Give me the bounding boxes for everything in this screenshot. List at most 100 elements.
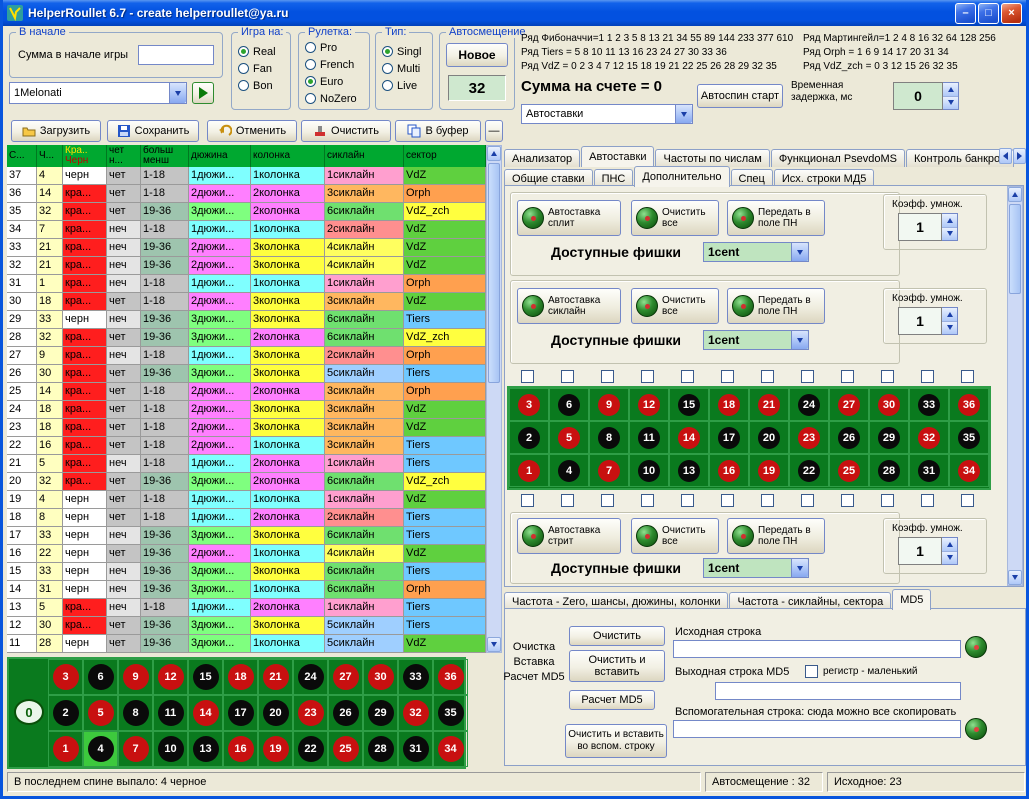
- minimize-button[interactable]: –: [955, 3, 976, 24]
- scrollbar-thumb[interactable]: [1009, 204, 1021, 294]
- board-cell-28[interactable]: 28: [869, 454, 909, 487]
- bet-checkbox[interactable]: [721, 494, 734, 507]
- board-cell-6[interactable]: 6: [549, 388, 589, 421]
- bet-checkbox[interactable]: [641, 494, 654, 507]
- radio-Real[interactable]: Real: [232, 43, 290, 60]
- spin-up-icon[interactable]: [942, 308, 957, 322]
- spin-up-icon[interactable]: [943, 83, 958, 97]
- history-row[interactable]: 135кра...неч1-181дюжи...2колонка1сиклайн…: [7, 599, 486, 617]
- board-cell-20[interactable]: 20: [749, 421, 789, 454]
- board-cell-10[interactable]: 10: [629, 454, 669, 487]
- scroll-up-icon[interactable]: [1008, 187, 1022, 202]
- history-row[interactable]: 279кра...неч1-181дюжи...3колонка2сиклайн…: [7, 347, 486, 365]
- transfer-button[interactable]: Передать в поле ПН: [727, 200, 825, 236]
- chevron-down-icon[interactable]: [675, 105, 692, 123]
- board-cell-25[interactable]: 25: [829, 454, 869, 487]
- bet-checkbox[interactable]: [561, 370, 574, 383]
- collapse-button[interactable]: —: [485, 120, 503, 142]
- md5-output-input[interactable]: [715, 682, 961, 700]
- md5-clear-button[interactable]: Очистить: [569, 626, 665, 646]
- md5-source-input[interactable]: [673, 640, 961, 658]
- history-row[interactable]: 1622чернчет19-362дюжи...1колонка4сиклайн…: [7, 545, 486, 563]
- history-row[interactable]: 2216кра...чет1-182дюжи...1колонка3сиклай…: [7, 437, 486, 455]
- board-cell-13[interactable]: 13: [669, 454, 709, 487]
- to-buffer-button[interactable]: В буфер: [395, 120, 481, 142]
- profile-combo[interactable]: 1Melonati: [9, 82, 187, 104]
- coef-spinbox[interactable]: 1: [898, 213, 958, 241]
- radio-Euro[interactable]: Euro: [299, 73, 369, 90]
- history-row[interactable]: 311кра...неч1-181дюжи...1колонка1сиклайн…: [7, 275, 486, 293]
- history-row[interactable]: 1431черннеч19-363дюжи...1колонка6сиклайн…: [7, 581, 486, 599]
- bet-checkbox[interactable]: [881, 494, 894, 507]
- tab-0[interactable]: Анализатор: [504, 149, 580, 167]
- close-button[interactable]: ×: [1001, 3, 1022, 24]
- board-cell-12[interactable]: 12: [629, 388, 669, 421]
- board-cell-9[interactable]: 9: [589, 388, 629, 421]
- board-cell-32[interactable]: 32: [909, 421, 949, 454]
- history-row[interactable]: 3321кра...неч19-362дюжи...3колонка4сикла…: [7, 239, 486, 257]
- tab-3[interactable]: Функционал PsevdoMS: [771, 149, 905, 167]
- history-row[interactable]: 1230кра...чет19-363дюжи...3колонка5сикла…: [7, 617, 486, 635]
- radio-Singl[interactable]: Singl: [376, 43, 432, 60]
- bet-checkbox[interactable]: [641, 370, 654, 383]
- radio-Live[interactable]: Live: [376, 77, 432, 94]
- board-cell-21[interactable]: 21: [749, 388, 789, 421]
- bet-checkbox[interactable]: [921, 494, 934, 507]
- maximize-button[interactable]: □: [978, 3, 999, 24]
- board-cell-5[interactable]: 5: [549, 421, 589, 454]
- start-sum-input[interactable]: [138, 45, 214, 65]
- clear-all-button[interactable]: Очистить все: [631, 200, 719, 236]
- board-cell-15[interactable]: 15: [669, 388, 709, 421]
- radio-Multi[interactable]: Multi: [376, 60, 432, 77]
- spin-down-icon[interactable]: [942, 228, 957, 241]
- history-row[interactable]: 215кра...неч1-181дюжи...2колонка1сиклайн…: [7, 455, 486, 473]
- board-cell-23[interactable]: 23: [789, 421, 829, 454]
- history-row[interactable]: 1733черннеч19-363дюжи...3колонка6сиклайн…: [7, 527, 486, 545]
- radio-Fan[interactable]: Fan: [232, 60, 290, 77]
- chevron-down-icon[interactable]: [791, 559, 808, 577]
- bet-checkbox[interactable]: [801, 494, 814, 507]
- bet-checkbox[interactable]: [961, 370, 974, 383]
- history-row[interactable]: 1533черннеч19-363дюжи...3колонка6сиклайн…: [7, 563, 486, 581]
- scroll-down-icon[interactable]: [1008, 570, 1022, 585]
- delay-spinbox[interactable]: 0: [893, 82, 959, 110]
- coef-spinbox[interactable]: 1: [898, 537, 958, 565]
- history-row[interactable]: 2630кра...чет19-363дюжи...3колонка5сикла…: [7, 365, 486, 383]
- board-cell-19[interactable]: 19: [749, 454, 789, 487]
- clear-button[interactable]: Очистить: [301, 120, 391, 142]
- history-row[interactable]: 1128чернчет19-363дюжи...1колонка5сиклайн…: [7, 635, 486, 653]
- board-cell-27[interactable]: 27: [829, 388, 869, 421]
- new-autoshift-button[interactable]: Новое: [446, 43, 508, 67]
- bet-checkbox[interactable]: [841, 494, 854, 507]
- spin-down-icon[interactable]: [942, 552, 957, 565]
- board-cell-16[interactable]: 16: [709, 454, 749, 487]
- history-row[interactable]: 2514кра...чет1-182дюжи...2колонка3сиклай…: [7, 383, 486, 401]
- md5-helper-input[interactable]: [673, 720, 961, 738]
- bet-checkbox[interactable]: [681, 370, 694, 383]
- board-cell-34[interactable]: 34: [949, 454, 989, 487]
- board-cell-22[interactable]: 22: [789, 454, 829, 487]
- autobet-split-button[interactable]: Автоставка сплит: [517, 200, 621, 236]
- bet-checkbox[interactable]: [681, 494, 694, 507]
- radio-Pro[interactable]: Pro: [299, 39, 369, 56]
- tab-2[interactable]: Частоты по числам: [655, 149, 769, 167]
- history-row[interactable]: 3018кра...чет1-182дюжи...3колонка3сиклай…: [7, 293, 486, 311]
- scrollbar-thumb[interactable]: [488, 163, 500, 383]
- bet-checkbox[interactable]: [561, 494, 574, 507]
- autospin-start-button[interactable]: Автоспин старт: [697, 84, 783, 108]
- load-button[interactable]: Загрузить: [11, 120, 101, 142]
- board-cell-17[interactable]: 17: [709, 421, 749, 454]
- board-cell-26[interactable]: 26: [829, 421, 869, 454]
- bet-checkbox[interactable]: [801, 370, 814, 383]
- board-cell-24[interactable]: 24: [789, 388, 829, 421]
- tab-2[interactable]: Дополнительно: [634, 166, 729, 187]
- spin-up-icon[interactable]: [942, 214, 957, 228]
- tab-1[interactable]: Автоставки: [581, 146, 654, 167]
- bet-checkbox[interactable]: [761, 370, 774, 383]
- bet-checkbox[interactable]: [521, 494, 534, 507]
- table-scrollbar[interactable]: [486, 145, 502, 653]
- clear-all-button[interactable]: Очистить все: [631, 288, 719, 324]
- history-row[interactable]: 2832кра...чет19-363дюжи...2колонка6сикла…: [7, 329, 486, 347]
- tabs-scroll-right-icon[interactable]: [1013, 148, 1026, 164]
- magic-ball-button[interactable]: [965, 718, 987, 740]
